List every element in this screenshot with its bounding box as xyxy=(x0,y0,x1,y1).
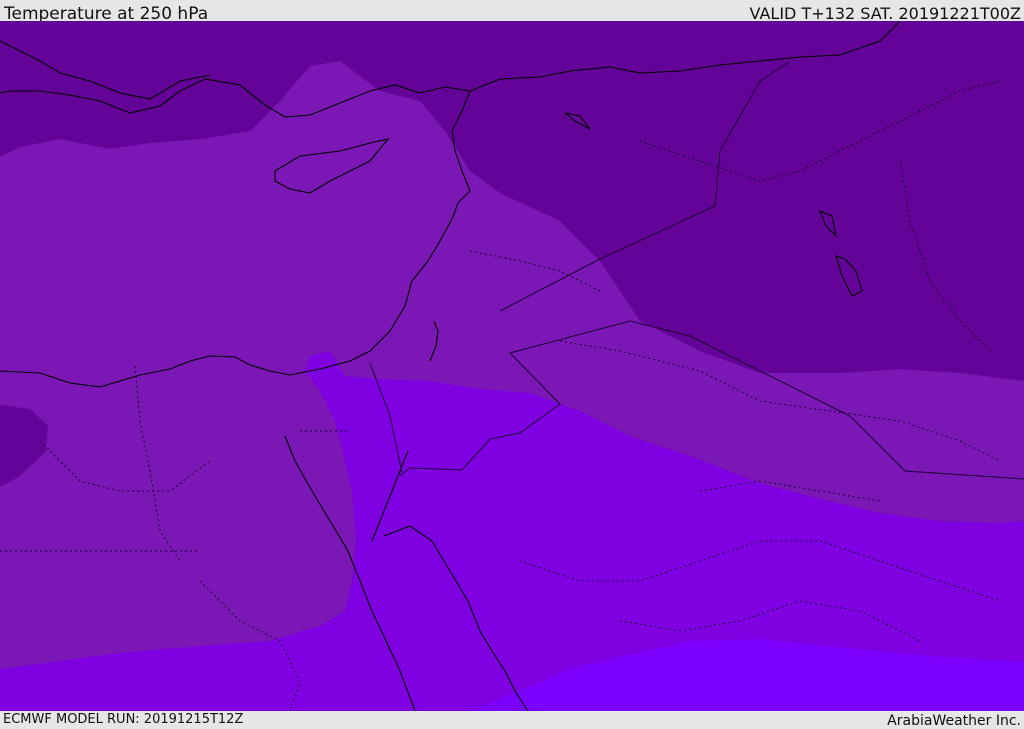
credit-label: ArabiaWeather Inc. xyxy=(887,713,1021,729)
model-run: ECMWF MODEL RUN: 20191215T12Z xyxy=(3,712,244,727)
temperature-map[interactable] xyxy=(0,21,1024,711)
